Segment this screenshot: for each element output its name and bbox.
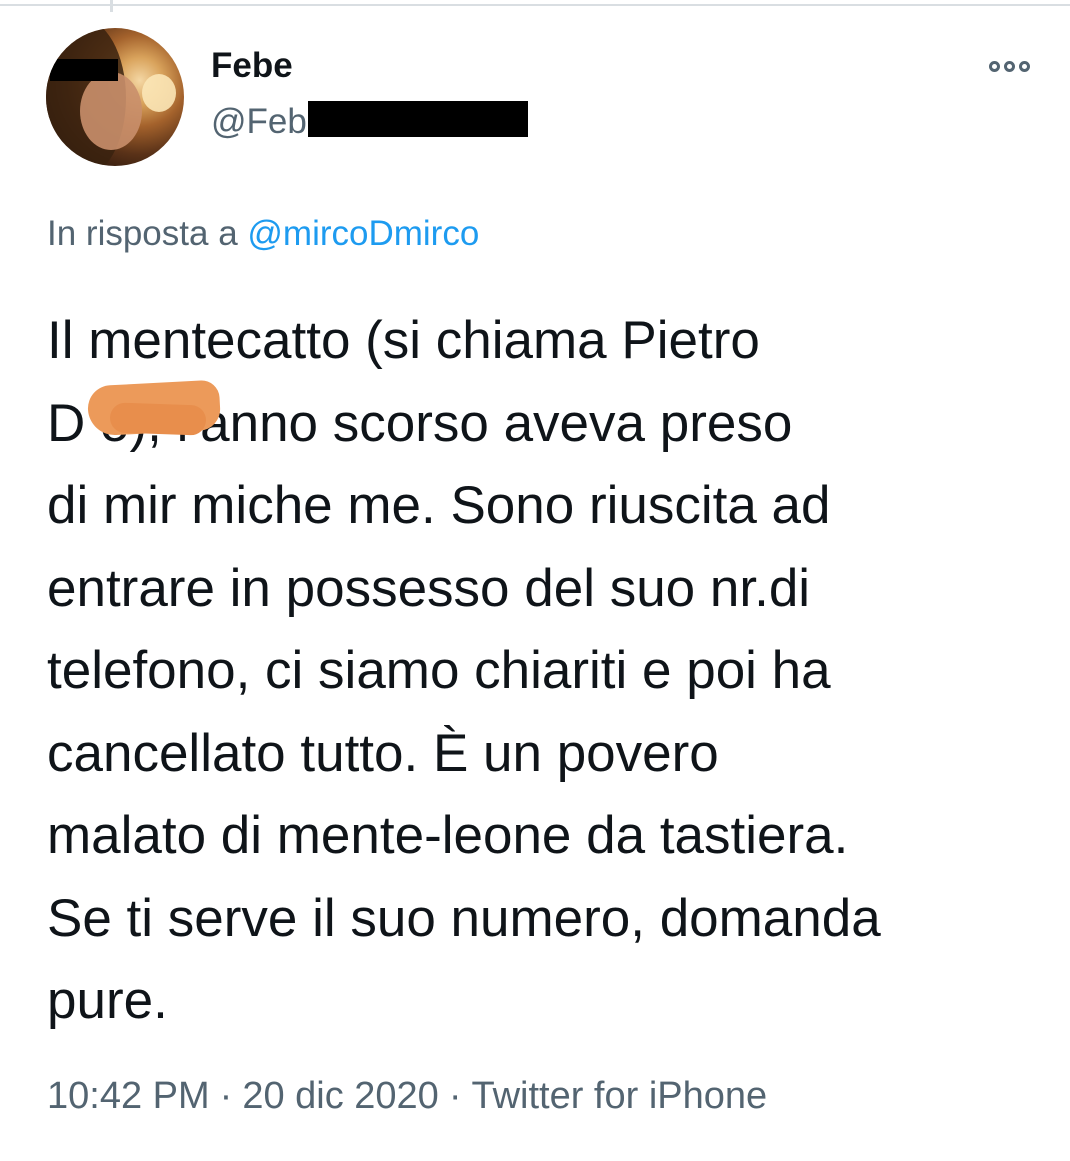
- tweet-text-line: malato di mente-leone da tastiera.: [47, 806, 849, 865]
- tweet-text-line: cancellato tutto. È un povero: [47, 723, 719, 783]
- tweet-text-line: Il mentecatto (si chiama Pietro: [47, 311, 760, 370]
- more-options-icon: [988, 60, 1000, 72]
- tweet-text-line: di mir miche me. Sono riuscita ad: [47, 476, 831, 535]
- more-options-icon: [1003, 60, 1015, 72]
- avatar-redaction-bar: [50, 59, 118, 81]
- author-handle[interactable]: @Feb: [211, 100, 307, 144]
- tweet-text-line: Se ti serve il suo numero, domanda: [47, 888, 881, 948]
- thread-connector: [110, 0, 113, 12]
- meta-separator: ·: [448, 1075, 462, 1117]
- more-options-icon: [1018, 60, 1030, 72]
- tweet-time[interactable]: 10:42 PM: [47, 1075, 210, 1117]
- more-options-button[interactable]: [985, 56, 1033, 76]
- author-display-name[interactable]: Febe: [211, 44, 293, 88]
- name-scribble-redaction: [109, 402, 207, 436]
- handle-redaction-bar: [308, 101, 528, 137]
- tweet-metadata: 10:42 PM · 20 dic 2020 · Twitter for iPhone: [47, 1073, 767, 1119]
- top-divider: [0, 4, 1070, 6]
- reply-context: In risposta a @mircoDmirco: [47, 212, 479, 256]
- tweet-date[interactable]: 20 dic 2020: [242, 1075, 439, 1117]
- avatar[interactable]: [46, 28, 184, 166]
- tweet-text-line: telefono, ci siamo chiariti e poi ha: [47, 641, 831, 700]
- tweet-text-line: entrare in possesso del suo nr.di: [47, 558, 811, 618]
- meta-separator: ·: [219, 1075, 233, 1117]
- tweet-text-line: pure.: [47, 971, 168, 1030]
- reply-prefix: In risposta a: [47, 214, 238, 253]
- avatar-light: [142, 74, 176, 112]
- tweet-source-link[interactable]: Twitter for iPhone: [471, 1075, 767, 1117]
- avatar-face: [80, 72, 142, 150]
- reply-mention-link[interactable]: @mircoDmirco: [247, 214, 479, 253]
